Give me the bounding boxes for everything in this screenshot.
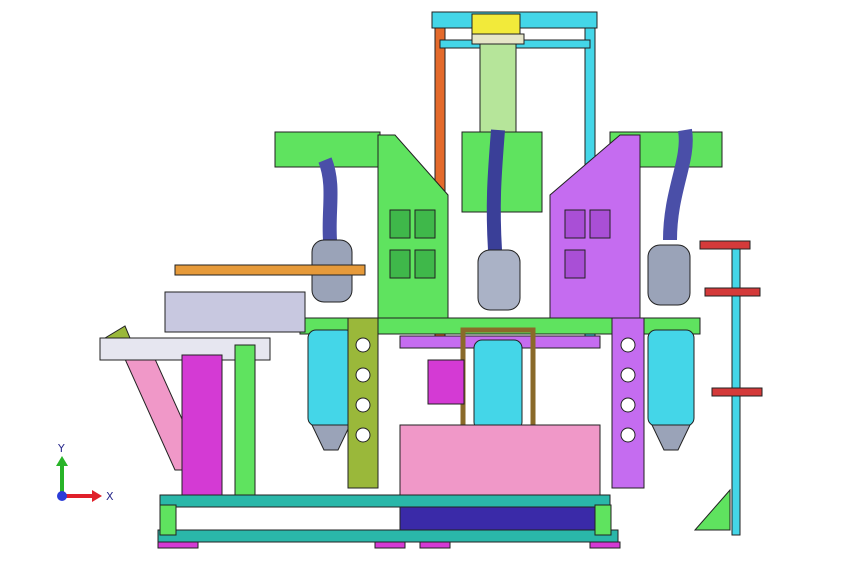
y-axis-label: Y <box>57 442 65 455</box>
levelling-foot <box>374 541 406 549</box>
converter-upper-right <box>647 244 691 306</box>
hole <box>620 337 636 353</box>
left-hood <box>103 325 131 339</box>
hole <box>355 427 371 443</box>
frame-cutout-2 <box>389 249 411 279</box>
center-base-pink <box>399 424 601 506</box>
frame-cutout-1 <box>389 209 411 239</box>
right-cylinder-3 <box>711 387 763 397</box>
converter-lower-center <box>473 339 523 431</box>
right-cylinder-1 <box>699 240 751 250</box>
frame-cutout-6 <box>564 249 586 279</box>
x-axis-label: X <box>106 490 114 503</box>
base-lower <box>157 529 619 543</box>
cone-left <box>311 424 351 451</box>
hole <box>620 397 636 413</box>
base-foot <box>159 504 177 536</box>
levelling-foot <box>419 541 451 549</box>
right-gusset <box>693 488 731 531</box>
base-frame <box>159 494 611 508</box>
converter-lower-right <box>647 329 695 427</box>
upper-left-rack <box>164 291 306 333</box>
frame-cutout-4 <box>414 249 436 279</box>
right-cylinder-2 <box>704 287 761 297</box>
frame-cutout-5 <box>564 209 586 239</box>
hole <box>620 367 636 383</box>
y-axis-arrow <box>56 456 68 466</box>
frame-cutout-7 <box>589 209 611 239</box>
left-upright <box>234 344 256 496</box>
converter-upper-center <box>477 249 521 311</box>
cone-right <box>651 424 691 451</box>
column-cap <box>471 33 525 45</box>
hole <box>620 427 636 443</box>
left-column <box>181 354 223 496</box>
hole <box>355 367 371 383</box>
center-base-navy <box>399 504 596 534</box>
base-foot <box>594 504 612 536</box>
frame-cutout-3 <box>414 209 436 239</box>
central-column <box>479 37 517 139</box>
magenta-motor <box>427 359 465 405</box>
assembly-model[interactable] <box>0 0 867 562</box>
hole <box>355 337 371 353</box>
cad-viewport[interactable]: Y X <box>0 0 867 562</box>
x-axis-arrow <box>92 490 102 502</box>
tube-center <box>486 129 505 251</box>
levelling-foot <box>157 541 199 549</box>
converter-lower-left <box>307 329 355 427</box>
wire-rail <box>174 264 366 276</box>
coordinate-triad: Y X <box>56 442 114 503</box>
z-axis-dot <box>57 491 67 501</box>
levelling-foot <box>589 541 621 549</box>
tube-left <box>318 157 338 241</box>
hole <box>355 397 371 413</box>
